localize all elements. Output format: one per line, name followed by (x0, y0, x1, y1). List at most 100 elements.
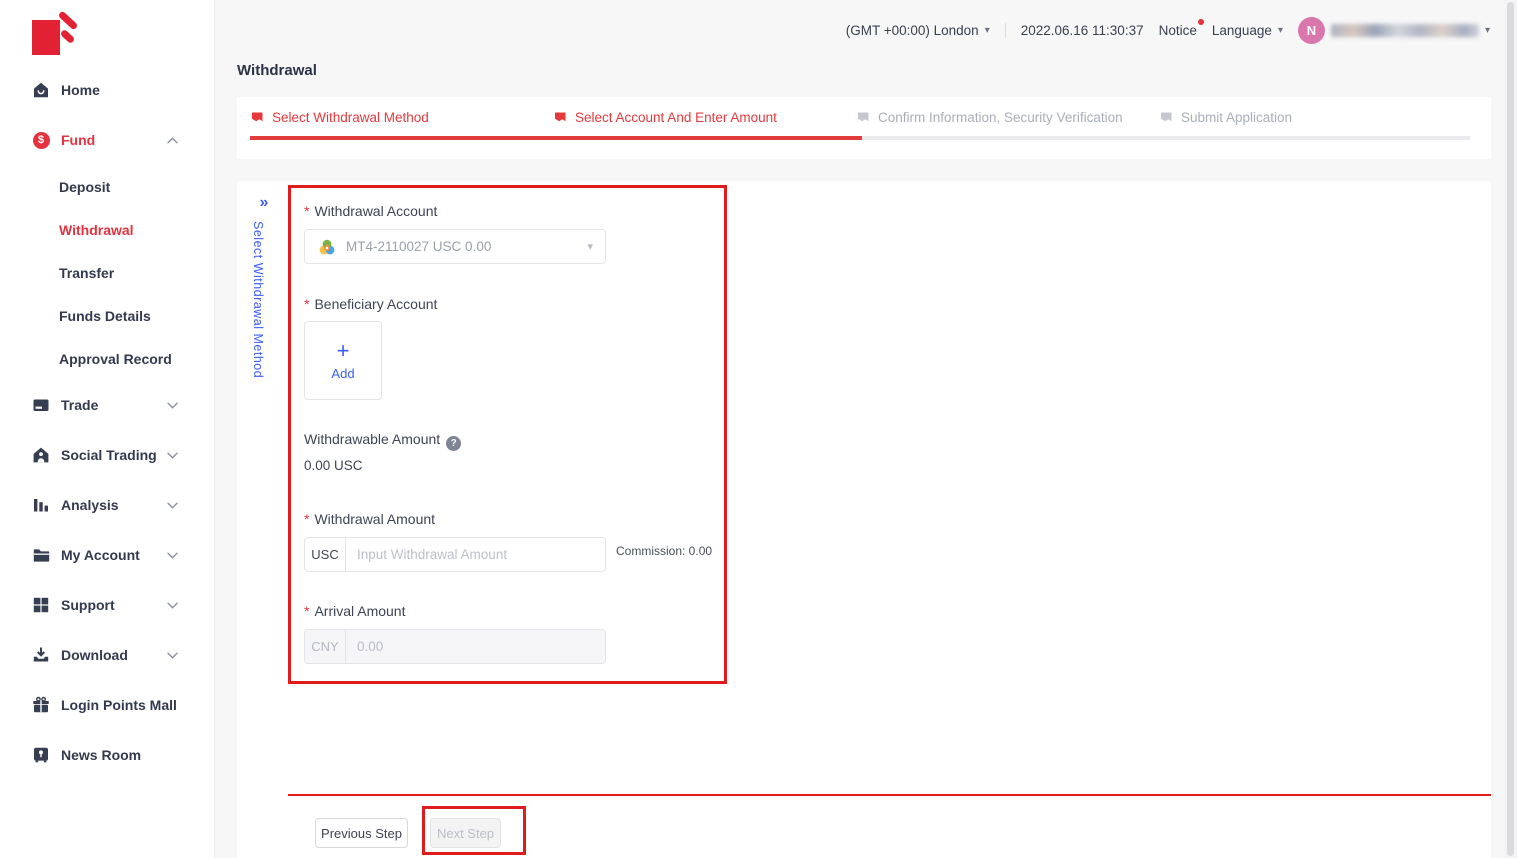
chevron-down-icon: ▾ (985, 25, 990, 36)
avatar: N (1298, 17, 1325, 44)
sidebar-item-approval-record[interactable]: Approval Record (0, 337, 214, 380)
withdrawal-account-value: MT4-2110027 USC 0.00 (346, 239, 587, 254)
user-menu[interactable]: N ▾ (1298, 17, 1490, 44)
withdrawable-amount-label: Withdrawable Amount? (304, 431, 461, 451)
brand-logo[interactable] (30, 9, 72, 51)
analysis-icon (32, 496, 50, 514)
notice-button[interactable]: Notice (1159, 23, 1197, 38)
sidebar-item-label: Approval Record (59, 351, 172, 367)
annotation-footer-line (288, 794, 1491, 796)
sidebar-item-label: Transfer (59, 265, 114, 281)
plus-icon: + (337, 341, 350, 361)
language-selector[interactable]: Language ▾ (1212, 23, 1283, 38)
social-trading-icon (32, 446, 50, 464)
withdrawal-form-card: » Select Withdrawal Method *Withdrawal A… (237, 181, 1491, 858)
username-redacted (1331, 24, 1479, 37)
trade-icon (32, 396, 50, 414)
datetime-display: 2022.06.16 11:30:37 (1021, 23, 1144, 38)
sidebar-item-news-room[interactable]: News Room (0, 730, 214, 780)
topbar-divider (1005, 23, 1006, 38)
sidebar-item-label: Deposit (59, 179, 110, 195)
chevron-down-icon: ▾ (1485, 25, 1490, 36)
sidebar-item-trade[interactable]: Trade (0, 380, 214, 430)
sidebar-item-fund[interactable]: $ Fund (0, 115, 214, 165)
sidebar-item-login-points-mall[interactable]: Login Points Mall (0, 680, 214, 730)
add-beneficiary-account-button[interactable]: + Add (304, 321, 382, 400)
chevron-up-icon (167, 137, 178, 144)
withdrawal-amount-label: *Withdrawal Amount (304, 511, 435, 527)
timezone-label: (GMT +00:00) London (846, 23, 979, 38)
sidebar-item-label: Home (61, 82, 100, 98)
sidebar-item-label: Support (61, 597, 115, 613)
collapse-panel-label: Select Withdrawal Method (251, 221, 265, 378)
datetime-label: 2022.06.16 11:30:37 (1021, 23, 1144, 38)
arrival-amount-label: *Arrival Amount (304, 603, 406, 619)
sidebar-item-my-account[interactable]: My Account (0, 530, 214, 580)
sidebar-item-label: Download (61, 647, 128, 663)
withdrawable-amount-value: 0.00 USC (304, 458, 363, 473)
collapse-panel-toggle[interactable]: » Select Withdrawal Method (251, 194, 277, 378)
step-submit-application: Submit Application (1159, 110, 1462, 125)
mt4-logo-icon (317, 237, 337, 257)
home-icon (32, 81, 50, 99)
download-icon (32, 646, 50, 664)
sidebar-item-withdrawal[interactable]: Withdrawal (0, 208, 214, 251)
arrival-amount-input (346, 630, 605, 663)
step-label: Submit Application (1181, 110, 1292, 125)
scrollbar-thumb[interactable] (1507, 2, 1514, 856)
notice-label: Notice (1159, 23, 1197, 38)
step-label: Confirm Information, Security Verificati… (878, 110, 1123, 125)
sidebar-item-label: News Room (61, 747, 141, 763)
sidebar-item-label: Social Trading (61, 447, 157, 463)
notice-badge-dot (1198, 19, 1204, 25)
step-select-withdrawal-method: Select Withdrawal Method (250, 110, 553, 125)
my-account-icon (32, 546, 50, 564)
withdrawal-account-label: *Withdrawal Account (304, 203, 437, 219)
withdrawal-amount-group: USC (304, 537, 606, 572)
sidebar-item-social-trading[interactable]: Social Trading (0, 430, 214, 480)
sidebar-item-download[interactable]: Download (0, 630, 214, 680)
sidebar-item-funds-details[interactable]: Funds Details (0, 294, 214, 337)
sidebar: Home $ Fund Deposit Withdrawal Transfer (0, 0, 215, 858)
flag-icon (856, 111, 870, 125)
withdrawal-account-select[interactable]: MT4-2110027 USC 0.00 ▾ (304, 229, 606, 264)
step-label: Select Withdrawal Method (272, 110, 429, 125)
withdrawal-amount-input[interactable] (346, 538, 605, 571)
previous-step-button[interactable]: Previous Step (315, 818, 408, 848)
sidebar-item-label: Analysis (61, 497, 119, 513)
sidebar-item-label: Funds Details (59, 308, 151, 324)
currency-prefix: CNY (305, 630, 346, 663)
commission-value: Commission: 0.00 (616, 544, 712, 558)
sidebar-item-support[interactable]: Support (0, 580, 214, 630)
main-area: (GMT +00:00) London ▾ 2022.06.16 11:30:3… (215, 0, 1517, 858)
sidebar-item-analysis[interactable]: Analysis (0, 480, 214, 530)
next-step-button[interactable]: Next Step (430, 818, 501, 848)
sidebar-item-label: My Account (61, 547, 140, 563)
page-scrollbar[interactable] (1504, 0, 1517, 858)
flag-icon (553, 111, 567, 125)
chevron-down-icon (167, 452, 178, 459)
sidebar-item-transfer[interactable]: Transfer (0, 251, 214, 294)
sidebar-item-label: Withdrawal (59, 222, 134, 238)
timezone-selector[interactable]: (GMT +00:00) London ▾ (846, 23, 990, 38)
chevron-down-icon (167, 552, 178, 559)
arrival-amount-group: CNY (304, 629, 606, 664)
sidebar-item-deposit[interactable]: Deposit (0, 165, 214, 208)
brand-logo-stroke (58, 10, 79, 30)
flag-icon (250, 111, 264, 125)
news-room-icon (32, 746, 50, 764)
gift-icon (32, 696, 50, 714)
required-asterisk: * (304, 511, 309, 527)
fund-icon: $ (32, 131, 50, 149)
language-label: Language (1212, 23, 1272, 38)
withdrawal-steps: Select Withdrawal Method Select Account … (237, 97, 1491, 159)
help-icon[interactable]: ? (446, 436, 461, 451)
brand-logo-square (32, 20, 60, 55)
steps-progress-track (250, 136, 1470, 140)
sidebar-nav: Home $ Fund Deposit Withdrawal Transfer (0, 65, 214, 780)
step-select-account-enter-amount: Select Account And Enter Amount (553, 110, 856, 125)
beneficiary-account-label: *Beneficiary Account (304, 296, 437, 312)
sidebar-item-home[interactable]: Home (0, 65, 214, 115)
sidebar-item-label: Trade (61, 397, 98, 413)
double-chevron-right-icon: » (251, 194, 277, 212)
